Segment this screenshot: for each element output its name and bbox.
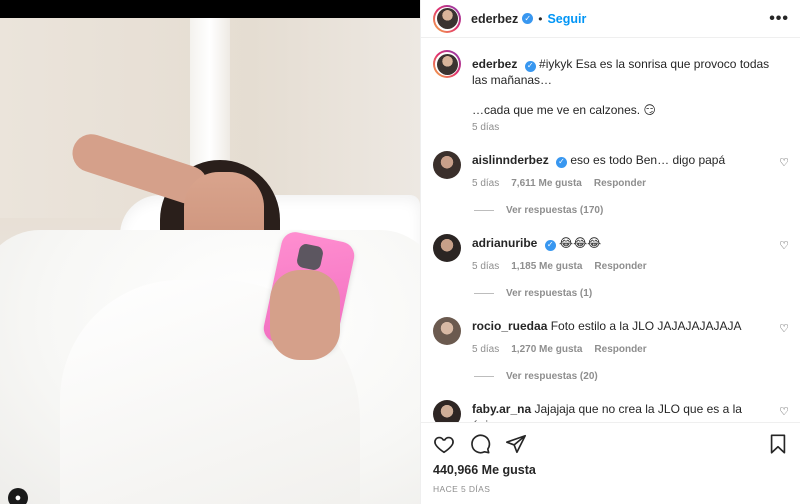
verified-badge-icon: ✓ <box>556 156 568 168</box>
like-comment-heart-icon[interactable]: ♡ <box>779 156 789 169</box>
follow-button[interactable]: Seguir <box>547 12 586 26</box>
more-options-icon[interactable]: ••• <box>769 10 789 28</box>
instagram-post-view: ● ederbez ✓ • Seguir ••• ederbez ✓ #iyky… <box>0 0 800 504</box>
comment-likes[interactable]: 1,270 Me gusta <box>511 344 582 355</box>
comment-avatar[interactable] <box>433 400 461 422</box>
replies-line <box>474 376 494 377</box>
post-actions: 440,966 Me gusta HACE 5 DÍAS <box>421 422 800 504</box>
like-comment-heart-icon[interactable]: ♡ <box>779 239 789 252</box>
comment-time[interactable]: 5 días <box>472 261 499 272</box>
view-replies-button[interactable]: Ver respuestas (170) <box>474 205 603 216</box>
comment-meta: 5 días 1,185 Me gusta Responder <box>472 261 647 272</box>
view-replies-button[interactable]: Ver respuestas (20) <box>474 371 598 382</box>
comment-username[interactable]: adrianuribe <box>472 236 537 250</box>
comment-body: eso es todo Ben… digo papá <box>570 153 726 167</box>
post-side-panel: ederbez ✓ • Seguir ••• ederbez ✓ #iykyk … <box>420 0 800 504</box>
reply-button[interactable]: Responder <box>594 344 646 355</box>
like-comment-heart-icon[interactable]: ♡ <box>779 405 789 418</box>
comments-list[interactable]: ederbez ✓ #iykyk Esa es la sonrisa que p… <box>421 38 800 422</box>
avatar-photo <box>436 8 458 29</box>
tagged-user-icon[interactable]: ● <box>8 488 28 504</box>
comment-username[interactable]: aislinnderbez <box>472 153 549 167</box>
comment-time[interactable]: 5 días <box>472 178 499 189</box>
comment-bubble-icon[interactable] <box>469 433 491 455</box>
comment-username[interactable]: rocio_ruedaa <box>472 319 547 333</box>
post-photo[interactable]: ● <box>0 0 420 504</box>
comment-text: rocio_ruedaa Foto estilo a la JLO JAJAJA… <box>472 318 772 334</box>
photo-top-bar <box>0 0 420 18</box>
verified-badge-icon: ✓ <box>522 13 534 24</box>
photo-hand <box>270 270 340 360</box>
view-replies-label: Ver respuestas (170) <box>506 205 604 216</box>
author-avatar[interactable] <box>433 4 461 33</box>
action-icons <box>433 433 527 455</box>
author-username[interactable]: ederbez <box>471 12 518 26</box>
comment-body: Foto estilo a la JLO JAJAJAJAJAJA <box>550 319 742 333</box>
comment-text: adrianuribe ✓ 😂😂😂 <box>472 235 772 251</box>
post-time[interactable]: HACE 5 DÍAS <box>433 484 490 494</box>
post-likes-count[interactable]: 440,966 Me gusta <box>433 463 536 477</box>
like-comment-heart-icon[interactable]: ♡ <box>779 322 789 335</box>
comment-text: faby.ar_na Jajajaja que no crea la JLO q… <box>472 401 772 422</box>
save-bookmark-icon[interactable] <box>767 433 789 455</box>
comment-meta: 5 días 7,611 Me gusta Responder <box>472 178 646 189</box>
comment-avatar[interactable] <box>433 234 461 262</box>
caption-meta: 5 días <box>472 122 499 133</box>
caption-text: ederbez ✓ #iykyk Esa es la sonrisa que p… <box>472 56 782 118</box>
comment-avatar[interactable] <box>433 317 461 345</box>
reply-button[interactable]: Responder <box>594 178 646 189</box>
comment-body: 😂😂😂 <box>559 236 602 250</box>
caption-line2: …cada que me ve en calzones. 😏 <box>472 103 656 117</box>
share-send-icon[interactable] <box>505 433 527 455</box>
comment-text: aislinnderbez ✓ eso es todo Ben… digo pa… <box>472 152 772 168</box>
reply-button[interactable]: Responder <box>594 261 646 272</box>
replies-line <box>474 293 494 294</box>
comment-likes[interactable]: 1,185 Me gusta <box>511 261 582 272</box>
post-header: ederbez ✓ • Seguir ••• <box>421 0 800 38</box>
caption-line1: #iykyk Esa es la sonrisa que provoco tod… <box>472 57 770 87</box>
view-replies-button[interactable]: Ver respuestas (1) <box>474 288 592 299</box>
comment-username[interactable]: faby.ar_na <box>472 402 531 416</box>
comment-time[interactable]: 5 días <box>472 344 499 355</box>
separator-dot: • <box>538 11 543 26</box>
like-heart-icon[interactable] <box>433 433 455 455</box>
verified-badge-icon: ✓ <box>524 60 536 72</box>
verified-badge-icon: ✓ <box>544 239 556 251</box>
view-replies-label: Ver respuestas (20) <box>506 371 598 382</box>
comment-meta: 5 días 1,270 Me gusta Responder <box>472 344 647 355</box>
comment-avatar[interactable] <box>433 151 461 179</box>
comment-likes[interactable]: 7,611 Me gusta <box>511 178 582 189</box>
caption-time[interactable]: 5 días <box>472 122 499 133</box>
caption-avatar[interactable] <box>433 50 461 78</box>
replies-line <box>474 210 494 211</box>
view-replies-label: Ver respuestas (1) <box>506 288 593 299</box>
caption-username[interactable]: ederbez <box>472 57 517 71</box>
